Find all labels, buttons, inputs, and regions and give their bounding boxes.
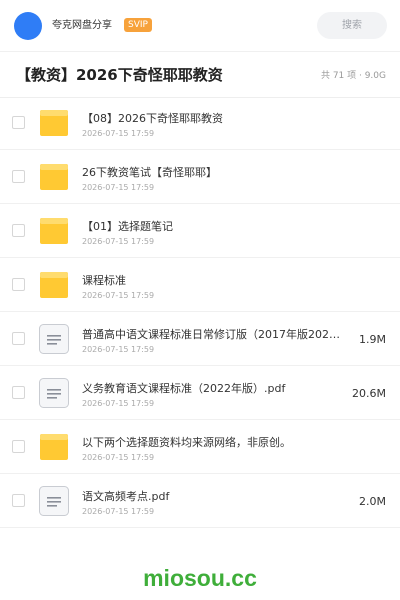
item-checkbox[interactable] [12,116,25,129]
item-name: 义务教育语文课程标准（2022年版）.pdf [82,382,286,395]
list-item[interactable]: 普通高中语文课程标准日常修订版（2017年版2020年修订）.pdf 2026-… [0,312,400,366]
folder-icon [38,431,70,463]
item-name: 【01】选择题笔记 [82,220,173,233]
item-checkbox[interactable] [12,494,25,507]
item-size: 2.0M [359,495,386,508]
item-date: 2026-07-15 17:59 [82,183,155,192]
item-name: 【08】2026下奇怪耶耶教资 [82,112,223,125]
folder-meta: 共 71 项 · 9.0G [320,71,386,81]
file-list: 【08】2026下奇怪耶耶教资 2026-07-15 17:59 26下教资笔试… [0,96,400,528]
app-header: 夸克网盘分享 SVIP 搜索 [0,0,400,52]
folder-icon [38,107,70,139]
document-icon [38,377,70,409]
folder-icon [38,269,70,301]
item-date: 2026-07-15 17:59 [82,507,155,516]
item-name: 课程标准 [82,274,126,287]
avatar[interactable] [14,12,42,40]
list-item[interactable]: 语文高频考点.pdf 2026-07-15 17:59 2.0M [0,474,400,528]
item-date: 2026-07-15 17:59 [82,129,155,138]
item-checkbox[interactable] [12,332,25,345]
list-item[interactable]: 义务教育语文课程标准（2022年版）.pdf 2026-07-15 17:59 … [0,366,400,420]
list-item[interactable]: 以下两个选择题资料均来源网络，非原创。 2026-07-15 17:59 [0,420,400,474]
item-checkbox[interactable] [12,278,25,291]
list-item[interactable]: 26下教资笔试【奇怪耶耶】 2026-07-15 17:59 [0,150,400,204]
document-icon [38,323,70,355]
search-input[interactable]: 搜索 [317,12,387,39]
item-checkbox[interactable] [12,440,25,453]
sharer-name[interactable]: 夸克网盘分享 [52,19,112,33]
folder-icon [38,161,70,193]
item-name: 普通高中语文课程标准日常修订版（2017年版2020年修订）.pdf [82,328,340,341]
item-size: 20.6M [352,387,386,400]
page-title: 【教资】2026下奇怪耶耶教资 [16,66,223,84]
item-name: 26下教资笔试【奇怪耶耶】 [82,166,217,179]
item-date: 2026-07-15 17:59 [82,399,155,408]
item-name: 语文高频考点.pdf [82,490,170,503]
item-date: 2026-07-15 17:59 [82,345,155,354]
item-checkbox[interactable] [12,170,25,183]
list-item[interactable]: 课程标准 2026-07-15 17:59 [0,258,400,312]
folder-title-row: 【教资】2026下奇怪耶耶教资 共 71 项 · 9.0G [0,52,400,98]
item-date: 2026-07-15 17:59 [82,291,155,300]
svip-badge: SVIP [124,18,152,32]
item-checkbox[interactable] [12,224,25,237]
list-item[interactable]: 【01】选择题笔记 2026-07-15 17:59 [0,204,400,258]
item-date: 2026-07-15 17:59 [82,237,155,246]
item-name: 以下两个选择题资料均来源网络，非原创。 [82,436,291,449]
item-size: 1.9M [359,333,386,346]
document-icon [38,485,70,517]
item-date: 2026-07-15 17:59 [82,453,155,462]
folder-icon [38,215,70,247]
list-item[interactable]: 【08】2026下奇怪耶耶教资 2026-07-15 17:59 [0,96,400,150]
item-checkbox[interactable] [12,386,25,399]
site-watermark: miosou.cc [143,565,257,591]
